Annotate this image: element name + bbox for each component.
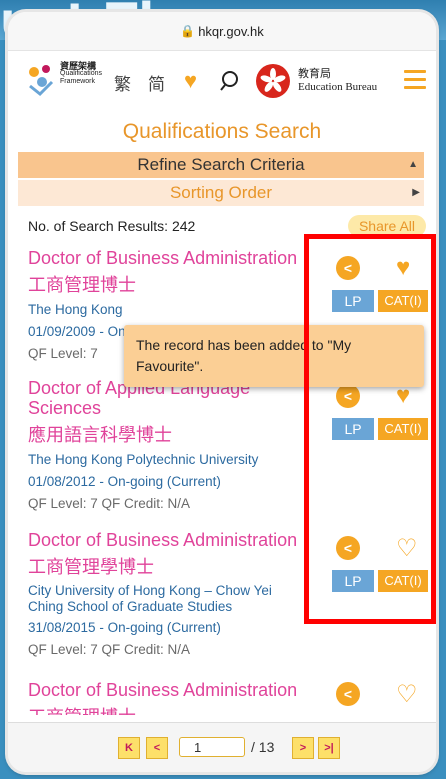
record-level: QF Level: 7 QF Credit: N/A <box>28 642 191 657</box>
qf-en1: Qualifications <box>60 70 103 77</box>
refine-search-bar[interactable]: Refine Search Criteria ▲ <box>18 152 424 178</box>
record-date: 31/08/2015 - On-going (Current) <box>28 620 221 635</box>
edb-en: Education Bureau <box>298 81 378 93</box>
record-provider: City University of Hong Kong – Chow Yei <box>28 583 272 598</box>
search-icon[interactable] <box>220 70 242 92</box>
record-date: 01/08/2012 - On-going (Current) <box>28 474 221 489</box>
edb-logo-text[interactable]: 教育局 Education Bureau <box>298 68 377 94</box>
record-title-cn[interactable]: 工商管理博士 <box>28 703 348 715</box>
browser-url-bar[interactable]: 🔒 hkqr.gov.hk <box>8 12 436 51</box>
url-text: hkqr.gov.hk <box>198 23 264 39</box>
record-title-link[interactable]: Doctor of Business Administration <box>28 248 348 268</box>
site-header: 資歷架構 Qualifications Framework 繁 简 ♥ 教育局 … <box>8 50 436 112</box>
sorting-order-bar[interactable]: Sorting Order ▶ <box>18 180 424 206</box>
record-provider: The Hong Kong <box>28 302 123 317</box>
share-icon[interactable]: < <box>336 682 360 706</box>
lock-icon: 🔒 <box>180 24 196 38</box>
result-count: No. of Search Results: 242 <box>28 218 196 234</box>
record-title-cn[interactable]: 工商管理學博士 <box>28 553 348 579</box>
hamburger-menu-icon[interactable] <box>404 70 426 94</box>
lang-traditional-link[interactable]: 繁 <box>114 70 131 95</box>
last-page-button[interactable]: >| <box>318 737 340 759</box>
qf-cn: 資歷架構 <box>60 61 97 71</box>
pagination-bar: K < 1 / 13 > >| <box>8 722 436 772</box>
lang-simplified-link[interactable]: 简 <box>148 70 165 95</box>
sorting-label: Sorting Order <box>169 183 273 202</box>
hksar-emblem-icon <box>256 64 290 98</box>
record-title-link[interactable]: Doctor of Business Administration <box>28 680 348 700</box>
page-number-input[interactable]: 1 <box>179 737 245 757</box>
highlight-annotation-box <box>304 234 436 624</box>
edb-cn: 教育局 <box>298 68 331 80</box>
qf-en2: Framework <box>60 78 96 85</box>
page-total: / 13 <box>251 739 275 755</box>
result-item: Doctor of Business Administration 工商管理博士 <box>28 680 348 715</box>
page-title: Qualifications Search <box>122 120 322 143</box>
record-provider-line2: Ching School of Graduate Studies <box>28 599 233 614</box>
expand-arrow-icon: ▶ <box>412 187 420 198</box>
record-provider: The Hong Kong Polytechnic University <box>28 452 259 467</box>
next-page-button[interactable]: > <box>292 737 314 759</box>
record-title-link-line2[interactable]: Sciences <box>28 398 348 418</box>
favourites-heart-icon[interactable]: ♥ <box>184 68 197 94</box>
collapse-arrow-icon: ▲ <box>408 159 418 170</box>
prev-page-button[interactable]: < <box>146 737 168 759</box>
favourite-heart-outline-icon[interactable]: ♡ <box>396 680 418 709</box>
result-item: Doctor of Business Administration 工商管理學博… <box>28 530 348 659</box>
record-title-link[interactable]: Doctor of Business Administration <box>28 530 348 550</box>
record-level: QF Level: 7 QF Credit: N/A <box>28 496 191 511</box>
record-title-cn[interactable]: 應用語言科學博士 <box>28 421 348 447</box>
record-title-cn[interactable]: 工商管理博士 <box>28 271 348 297</box>
qf-logo-text: 資歷架構 Qualifications Framework <box>60 62 102 86</box>
first-page-button[interactable]: K <box>118 737 140 759</box>
refine-label: Refine Search Criteria <box>137 155 305 174</box>
result-item: Doctor of Applied Language Sciences 應用語言… <box>28 378 348 513</box>
